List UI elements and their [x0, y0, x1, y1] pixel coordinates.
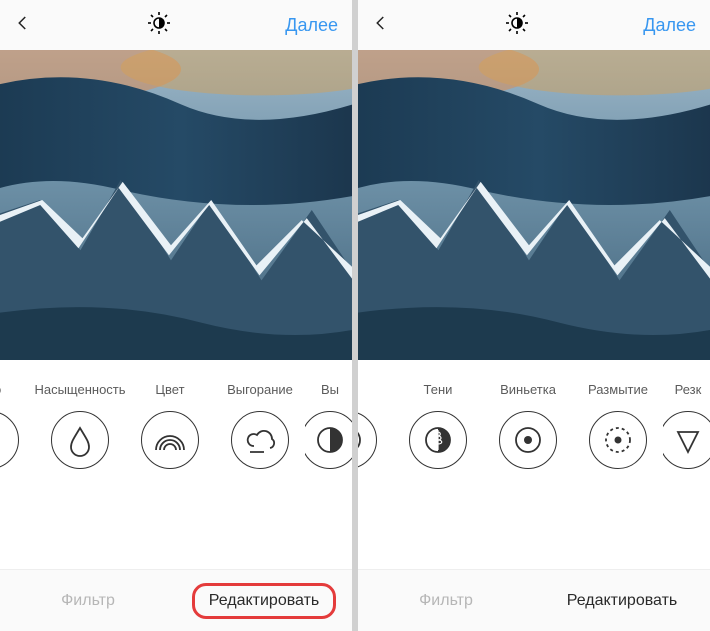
bottom-tabs: Фильтр Редактировать [358, 569, 710, 631]
lux-icon [505, 11, 529, 35]
tool-fade[interactable]: Выгорание [215, 382, 305, 469]
bottom-tabs: Фильтр Редактировать [0, 569, 352, 631]
blur-icon [589, 411, 647, 469]
lux-icon [147, 11, 171, 35]
vignette-icon [499, 411, 557, 469]
tool-warmth[interactable]: лло [0, 382, 35, 469]
photo-image [358, 50, 710, 360]
back-button[interactable] [372, 14, 390, 37]
rainbow-icon [141, 411, 199, 469]
tool-label: лло [0, 382, 1, 397]
tool-label: Насыщенность [34, 382, 125, 397]
tool-label: Тени [424, 382, 453, 397]
photo-preview[interactable] [358, 50, 710, 360]
triangle-icon [663, 411, 710, 469]
screen-right: Далее [358, 0, 710, 631]
tool-blur[interactable]: Размытие [573, 382, 663, 469]
shadows-icon [409, 411, 467, 469]
screen-left: Далее [0, 0, 352, 631]
next-button[interactable]: Далее [285, 15, 338, 36]
cloud-icon [231, 411, 289, 469]
edit-tools-strip[interactable]: ить Тени Виньетк [358, 360, 710, 569]
tab-edit[interactable]: Редактировать [176, 570, 352, 631]
tool-label: Размытие [588, 382, 648, 397]
tab-filter[interactable]: Фильтр [0, 570, 176, 631]
tool-label: Цвет [155, 382, 184, 397]
edit-tools-strip[interactable]: лло Насыщенность Цвет [0, 360, 352, 569]
photo-preview[interactable] [0, 50, 352, 360]
highlight-annotation: Редактировать [192, 583, 337, 619]
chevron-left-icon [372, 14, 390, 32]
tool-sharpen[interactable]: Резк [663, 382, 710, 469]
tool-label: Вы [321, 382, 339, 397]
chevron-left-icon [14, 14, 32, 32]
tool-label: Резк [675, 382, 702, 397]
topbar: Далее [0, 0, 352, 50]
tool-saturation[interactable]: Насыщенность [35, 382, 125, 469]
tool-label: Выгорание [227, 382, 293, 397]
half-circle-icon [305, 411, 352, 469]
topbar: Далее [358, 0, 710, 50]
photo-image [0, 50, 352, 360]
lux-button[interactable] [147, 11, 171, 40]
tool-highlights[interactable]: Вы [305, 382, 352, 469]
tool-hide-partial[interactable]: ить [358, 382, 393, 469]
next-button[interactable]: Далее [643, 15, 696, 36]
half-circle-icon [358, 411, 377, 469]
tool-label: Виньетка [500, 382, 556, 397]
back-button[interactable] [14, 14, 32, 37]
tool-vignette[interactable]: Виньетка [483, 382, 573, 469]
lux-button[interactable] [505, 11, 529, 40]
tool-shadows[interactable]: Тени [393, 382, 483, 469]
tab-edit[interactable]: Редактировать [534, 570, 710, 631]
drop-icon [51, 411, 109, 469]
thermometer-icon [0, 411, 19, 469]
tool-color[interactable]: Цвет [125, 382, 215, 469]
tab-filter[interactable]: Фильтр [358, 570, 534, 631]
